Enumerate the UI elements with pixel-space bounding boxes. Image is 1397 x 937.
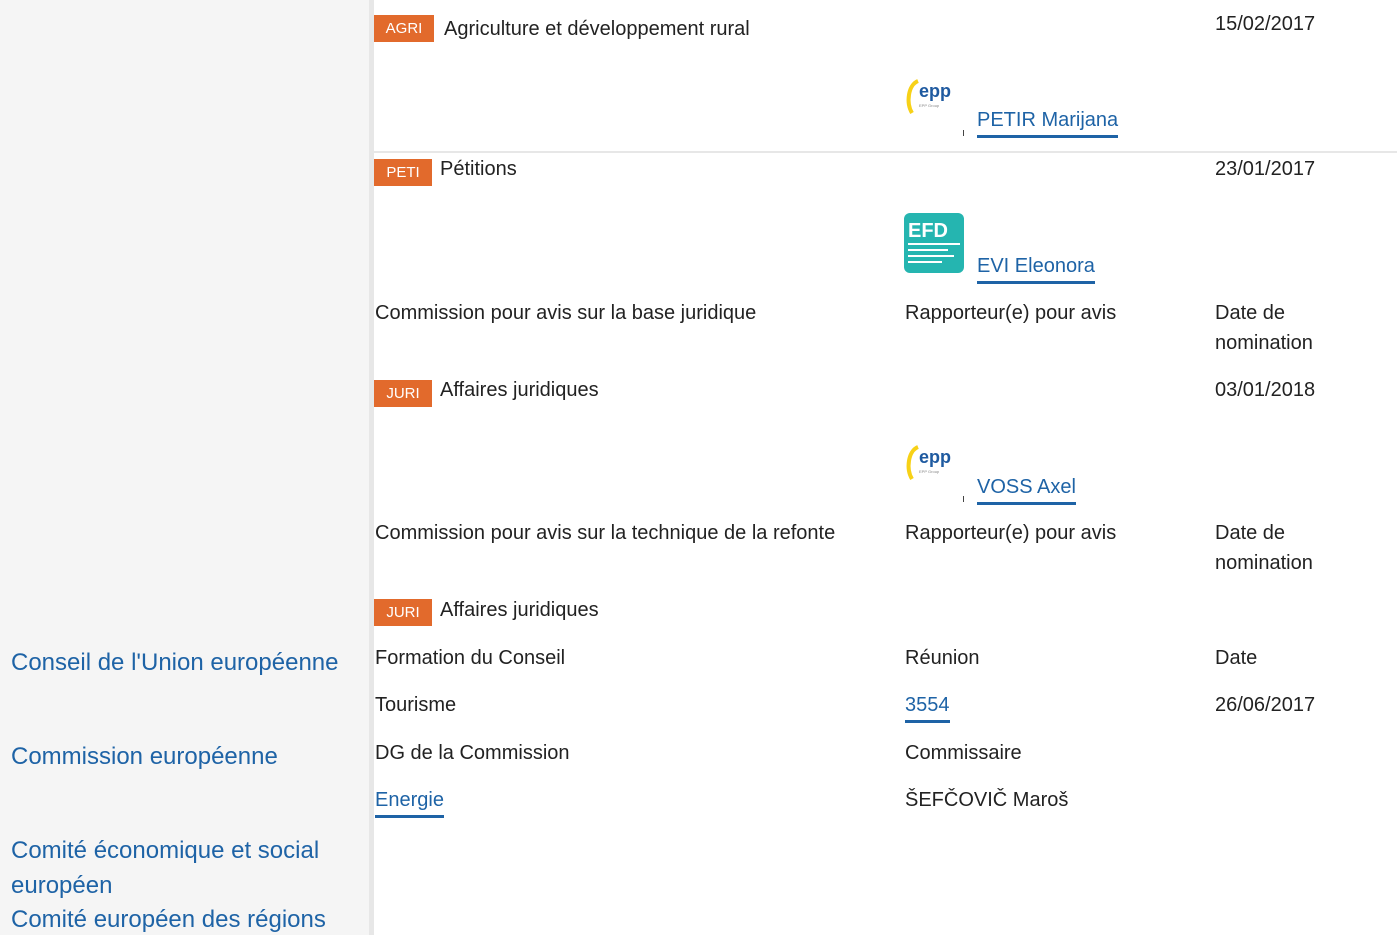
council-meeting-link[interactable]: 3554: [905, 690, 950, 723]
column-divider: [369, 0, 374, 935]
rapporteur-link[interactable]: VOSS Axel: [977, 472, 1076, 505]
council-formation: Tourisme: [375, 694, 457, 716]
institutions-column: [0, 0, 369, 935]
committee-badge: JURI: [374, 599, 432, 626]
legal-basis-rapporteur-header: Rapporteur(e) pour avis: [905, 302, 1117, 324]
svg-text:EPP Group: EPP Group: [919, 469, 940, 474]
council-date: 26/06/2017: [1215, 694, 1316, 716]
committee-badge: PETI: [374, 159, 432, 186]
svg-text:epp: epp: [919, 81, 951, 101]
committee-name: Agriculture et développement rural: [444, 18, 750, 40]
eesc-link-line2[interactable]: européen: [11, 868, 112, 903]
council-date-header: Date: [1215, 647, 1258, 669]
appointment-date: 03/01/2018: [1215, 379, 1316, 401]
legal-basis-committee-header: Commission pour avis sur la base juridiq…: [375, 302, 757, 324]
efdd-logo: EFD: [904, 213, 964, 273]
epp-logo: epp EPP Group: [904, 433, 964, 493]
rapporteur-link[interactable]: PETIR Marijana: [977, 105, 1119, 138]
committee-name: Pétitions: [440, 158, 517, 180]
commission-dg-link[interactable]: Energie: [375, 785, 444, 818]
commissioner-name: ŠEFČOVIČ Maroš: [905, 789, 1069, 811]
svg-text:EFD: EFD: [908, 220, 948, 242]
recast-date-header-line2: nomination: [1215, 552, 1313, 574]
committee-name: Affaires juridiques: [440, 599, 599, 621]
commission-dg-header: DG de la Commission: [375, 742, 570, 764]
appointment-date: 23/01/2017: [1215, 158, 1316, 180]
council-formation-header: Formation du Conseil: [375, 647, 566, 669]
logo-tick: [963, 496, 964, 502]
cor-link[interactable]: Comité européen des régions: [11, 902, 326, 937]
rapporteur-link[interactable]: EVI Eleonora: [977, 251, 1095, 284]
logo-tick: [963, 130, 964, 136]
committee-name: Affaires juridiques: [440, 379, 599, 401]
svg-text:epp: epp: [919, 447, 951, 467]
recast-rapporteur-header: Rapporteur(e) pour avis: [905, 522, 1117, 544]
recast-committee-header: Commission pour avis sur la technique de…: [375, 522, 836, 544]
svg-text:EPP Group: EPP Group: [919, 103, 940, 108]
council-link[interactable]: Conseil de l'Union européenne: [11, 645, 338, 680]
row-divider: [374, 151, 1397, 153]
appointment-date: 15/02/2017: [1215, 13, 1316, 35]
council-meeting-header: Réunion: [905, 647, 980, 669]
eesc-link-line1[interactable]: Comité économique et social: [11, 833, 319, 868]
legal-basis-date-header-line2: nomination: [1215, 332, 1313, 354]
epp-logo: epp EPP Group: [904, 67, 964, 127]
committee-badge: JURI: [374, 380, 432, 407]
committee-badge: AGRI: [374, 15, 434, 42]
commission-commissioner-header: Commissaire: [905, 742, 1022, 764]
legal-basis-date-header-line1: Date de: [1215, 302, 1286, 324]
recast-date-header-line1: Date de: [1215, 522, 1286, 544]
commission-link[interactable]: Commission européenne: [11, 739, 278, 774]
